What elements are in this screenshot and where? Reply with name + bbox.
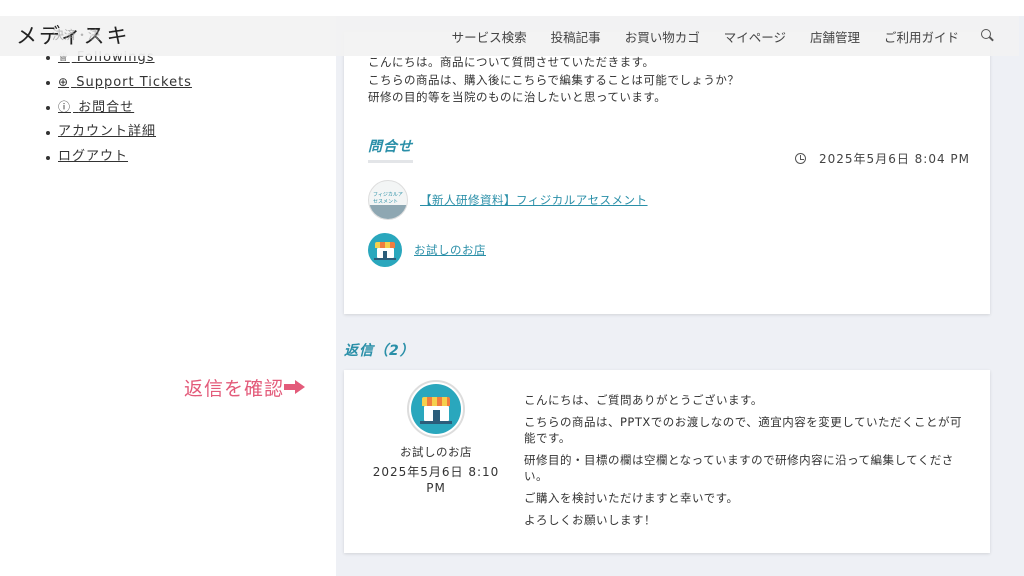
inquiry-card: こんにちは。商品について質問させていただきます。 こちらの商品は、購入後にこちら… <box>344 32 990 314</box>
nav-cart[interactable]: お買い物カゴ <box>625 27 700 46</box>
reply-date: 2025年5月6日 8:10 PM <box>372 465 500 495</box>
arrow-right-icon <box>284 380 306 394</box>
shop-avatar-ring[interactable] <box>407 380 465 438</box>
shop-logo-base <box>374 257 396 260</box>
shop-row: お試しのお店 <box>368 233 486 267</box>
shop-logo-base <box>420 420 452 424</box>
site-header: メディスキ サービス検索 投稿記事 お買い物カゴ マイページ 店舗管理 ご利用ガ… <box>0 16 1019 56</box>
inquiry-timestamp-text: 2025年5月6日 8:04 PM <box>819 152 970 166</box>
reply-paragraph: 研修目的・目標の欄は空欄となっていますので研修内容に沿って編集してください。 <box>524 453 954 483</box>
shop-logo-icon[interactable] <box>368 233 402 267</box>
annotation-text: 返信を確認 <box>184 378 285 400</box>
nav-guide[interactable]: ご利用ガイド <box>884 27 959 46</box>
account-sidebar: ♕ Followings ⊕ Support Tickets ⓘ お問合せ アカ… <box>44 48 192 173</box>
sidebar-link-account-details[interactable]: アカウント詳細 <box>58 124 156 139</box>
reply-paragraph: よろしくお願いします！ <box>524 513 656 527</box>
clock-icon <box>795 153 807 164</box>
shop-logo-icon <box>411 384 461 434</box>
shop-logo-door <box>432 410 440 421</box>
question-circle-icon: ⓘ <box>58 100 72 114</box>
search-icon[interactable] <box>981 29 995 43</box>
product-link[interactable]: 【新人研修資料】フィジカルアセスメント <box>420 192 648 208</box>
shop-logo-awning <box>422 396 450 406</box>
nav-posts[interactable]: 投稿記事 <box>551 27 601 46</box>
inquiry-timestamp: 2025年5月6日 8:04 PM <box>795 150 970 167</box>
reply-author-name: お試しのお店 <box>400 445 472 459</box>
product-thumbnail-text: フィジカルアセスメント <box>373 192 403 205</box>
reply-paragraph: こちらの商品は、PPTXでのお渡しなので、適宜内容を変更していただくことが可能で… <box>524 415 962 445</box>
product-thumbnail-band <box>369 205 407 219</box>
reply-section-title: 返信（2） <box>344 343 415 359</box>
sidebar-item-inquiry[interactable]: ⓘ お問合せ <box>44 98 192 123</box>
shop-link[interactable]: お試しのお店 <box>414 242 486 258</box>
reply-card: お試しのお店 2025年5月6日 8:10 PM こんにちは、ご質問ありがとうご… <box>344 370 990 553</box>
nav-service-search[interactable]: サービス検索 <box>452 27 527 46</box>
check-reply-annotation: 返信を確認 <box>184 374 306 401</box>
sidebar-link-logout[interactable]: ログアウト <box>58 149 128 164</box>
page: ♕ Followings ⊕ Support Tickets ⓘ お問合せ アカ… <box>0 0 1024 576</box>
overlapped-menu-text: 決済・決 <box>52 28 101 42</box>
inquiry-message-line: こんにちは。商品について質問させていただきます。 <box>368 55 655 69</box>
lifebuoy-icon: ⊕ <box>58 75 70 89</box>
inquiry-message-line: 研修の目的等を当院のものに治したいと思っています。 <box>368 90 667 104</box>
reply-body: こんにちは、ご質問ありがとうございます。 こちらの商品は、PPTXでのお渡しなの… <box>524 392 964 534</box>
inquiry-message-line: こちらの商品は、購入後にこちらで編集することは可能でしょうか？ <box>368 73 740 87</box>
nav-mypage[interactable]: マイページ <box>724 27 786 46</box>
sidebar-link-inquiry[interactable]: ⓘ お問合せ <box>58 100 134 115</box>
sidebar-item-logout[interactable]: ログアウト <box>44 148 192 173</box>
sidebar-item-label: お問合せ <box>78 100 135 115</box>
product-row: フィジカルアセスメント 【新人研修資料】フィジカルアセスメント <box>368 180 648 220</box>
sidebar-link-support-tickets[interactable]: ⊕ Support Tickets <box>58 75 192 90</box>
reply-author: お試しのお店 2025年5月6日 8:10 PM <box>368 380 504 496</box>
inquiry-section-title: 問合せ <box>368 136 413 163</box>
avatar <box>368 380 504 438</box>
product-thumbnail[interactable]: フィジカルアセスメント <box>368 180 408 220</box>
sidebar-item-label: Support Tickets <box>76 75 192 90</box>
reply-paragraph: こんにちは、ご質問ありがとうございます。 <box>524 393 763 407</box>
main-nav: サービス検索 投稿記事 お買い物カゴ マイページ 店舗管理 ご利用ガイド <box>428 16 995 56</box>
reply-paragraph: ご購入を検討いただけますと幸いです。 <box>524 491 739 505</box>
shop-logo-awning <box>375 241 395 248</box>
nav-store-management[interactable]: 店舗管理 <box>810 27 860 46</box>
sidebar-item-account-details[interactable]: アカウント詳細 <box>44 123 192 148</box>
shop-logo-door <box>382 250 388 258</box>
sidebar-item-support-tickets[interactable]: ⊕ Support Tickets <box>44 73 192 98</box>
